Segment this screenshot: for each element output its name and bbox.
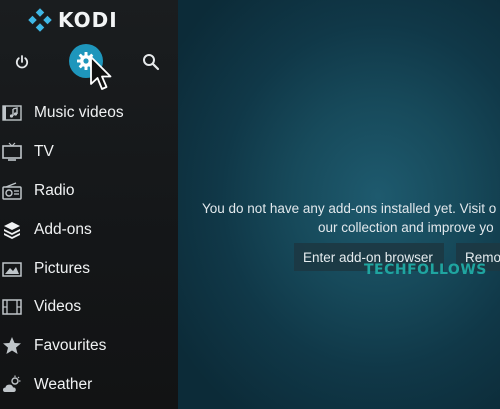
empty-addons-message: You do not have any add-ons installed ye… [202, 200, 500, 237]
kodi-logo: KODI [28, 6, 118, 34]
menu-item-videos[interactable]: Videos [0, 288, 178, 327]
main-menu: Music videos TV Radio Add-ons Pictures V… [0, 94, 178, 404]
menu-item-add-ons[interactable]: Add-ons [0, 210, 178, 249]
menu-item-radio[interactable]: Radio [0, 172, 178, 211]
menu-item-label: Favourites [34, 337, 107, 355]
menu-item-tv[interactable]: TV [0, 133, 178, 172]
star-icon [1, 335, 23, 357]
menu-item-label: TV [34, 143, 54, 161]
menu-item-pictures[interactable]: Pictures [0, 249, 178, 288]
menu-item-label: Add-ons [34, 220, 92, 238]
addons-box-icon [1, 219, 23, 241]
picture-icon [1, 258, 23, 280]
menu-item-favourites[interactable]: Favourites [0, 327, 178, 366]
menu-item-label: Videos [34, 298, 82, 316]
music-video-icon [1, 102, 23, 124]
radio-icon [1, 180, 23, 202]
message-line-2: our collection and improve yo [318, 219, 494, 235]
watermark-text: TECHFOLLOWS [364, 262, 487, 278]
power-icon [15, 55, 29, 69]
app-name: KODI [58, 8, 118, 32]
search-icon [143, 54, 160, 71]
menu-item-label: Pictures [34, 259, 90, 277]
tv-icon [1, 141, 23, 163]
cloud-sun-icon [1, 374, 23, 396]
menu-item-music-videos[interactable]: Music videos [0, 94, 178, 133]
search-button[interactable] [137, 48, 165, 76]
menu-item-label: Radio [34, 181, 75, 199]
mouse-pointer-icon [90, 56, 112, 90]
message-line-1: You do not have any add-ons installed ye… [202, 201, 497, 216]
menu-item-weather[interactable]: Weather [0, 366, 178, 405]
kodi-logo-icon [28, 8, 52, 32]
power-button[interactable] [8, 48, 36, 76]
sidebar: KODI Music videos TV Radio Add-ons Pictu… [0, 0, 178, 409]
menu-item-label: Weather [34, 375, 93, 393]
main-content-area: You do not have any add-ons installed ye… [178, 0, 500, 409]
menu-item-label: Music videos [34, 104, 124, 122]
film-strip-icon [1, 296, 23, 318]
